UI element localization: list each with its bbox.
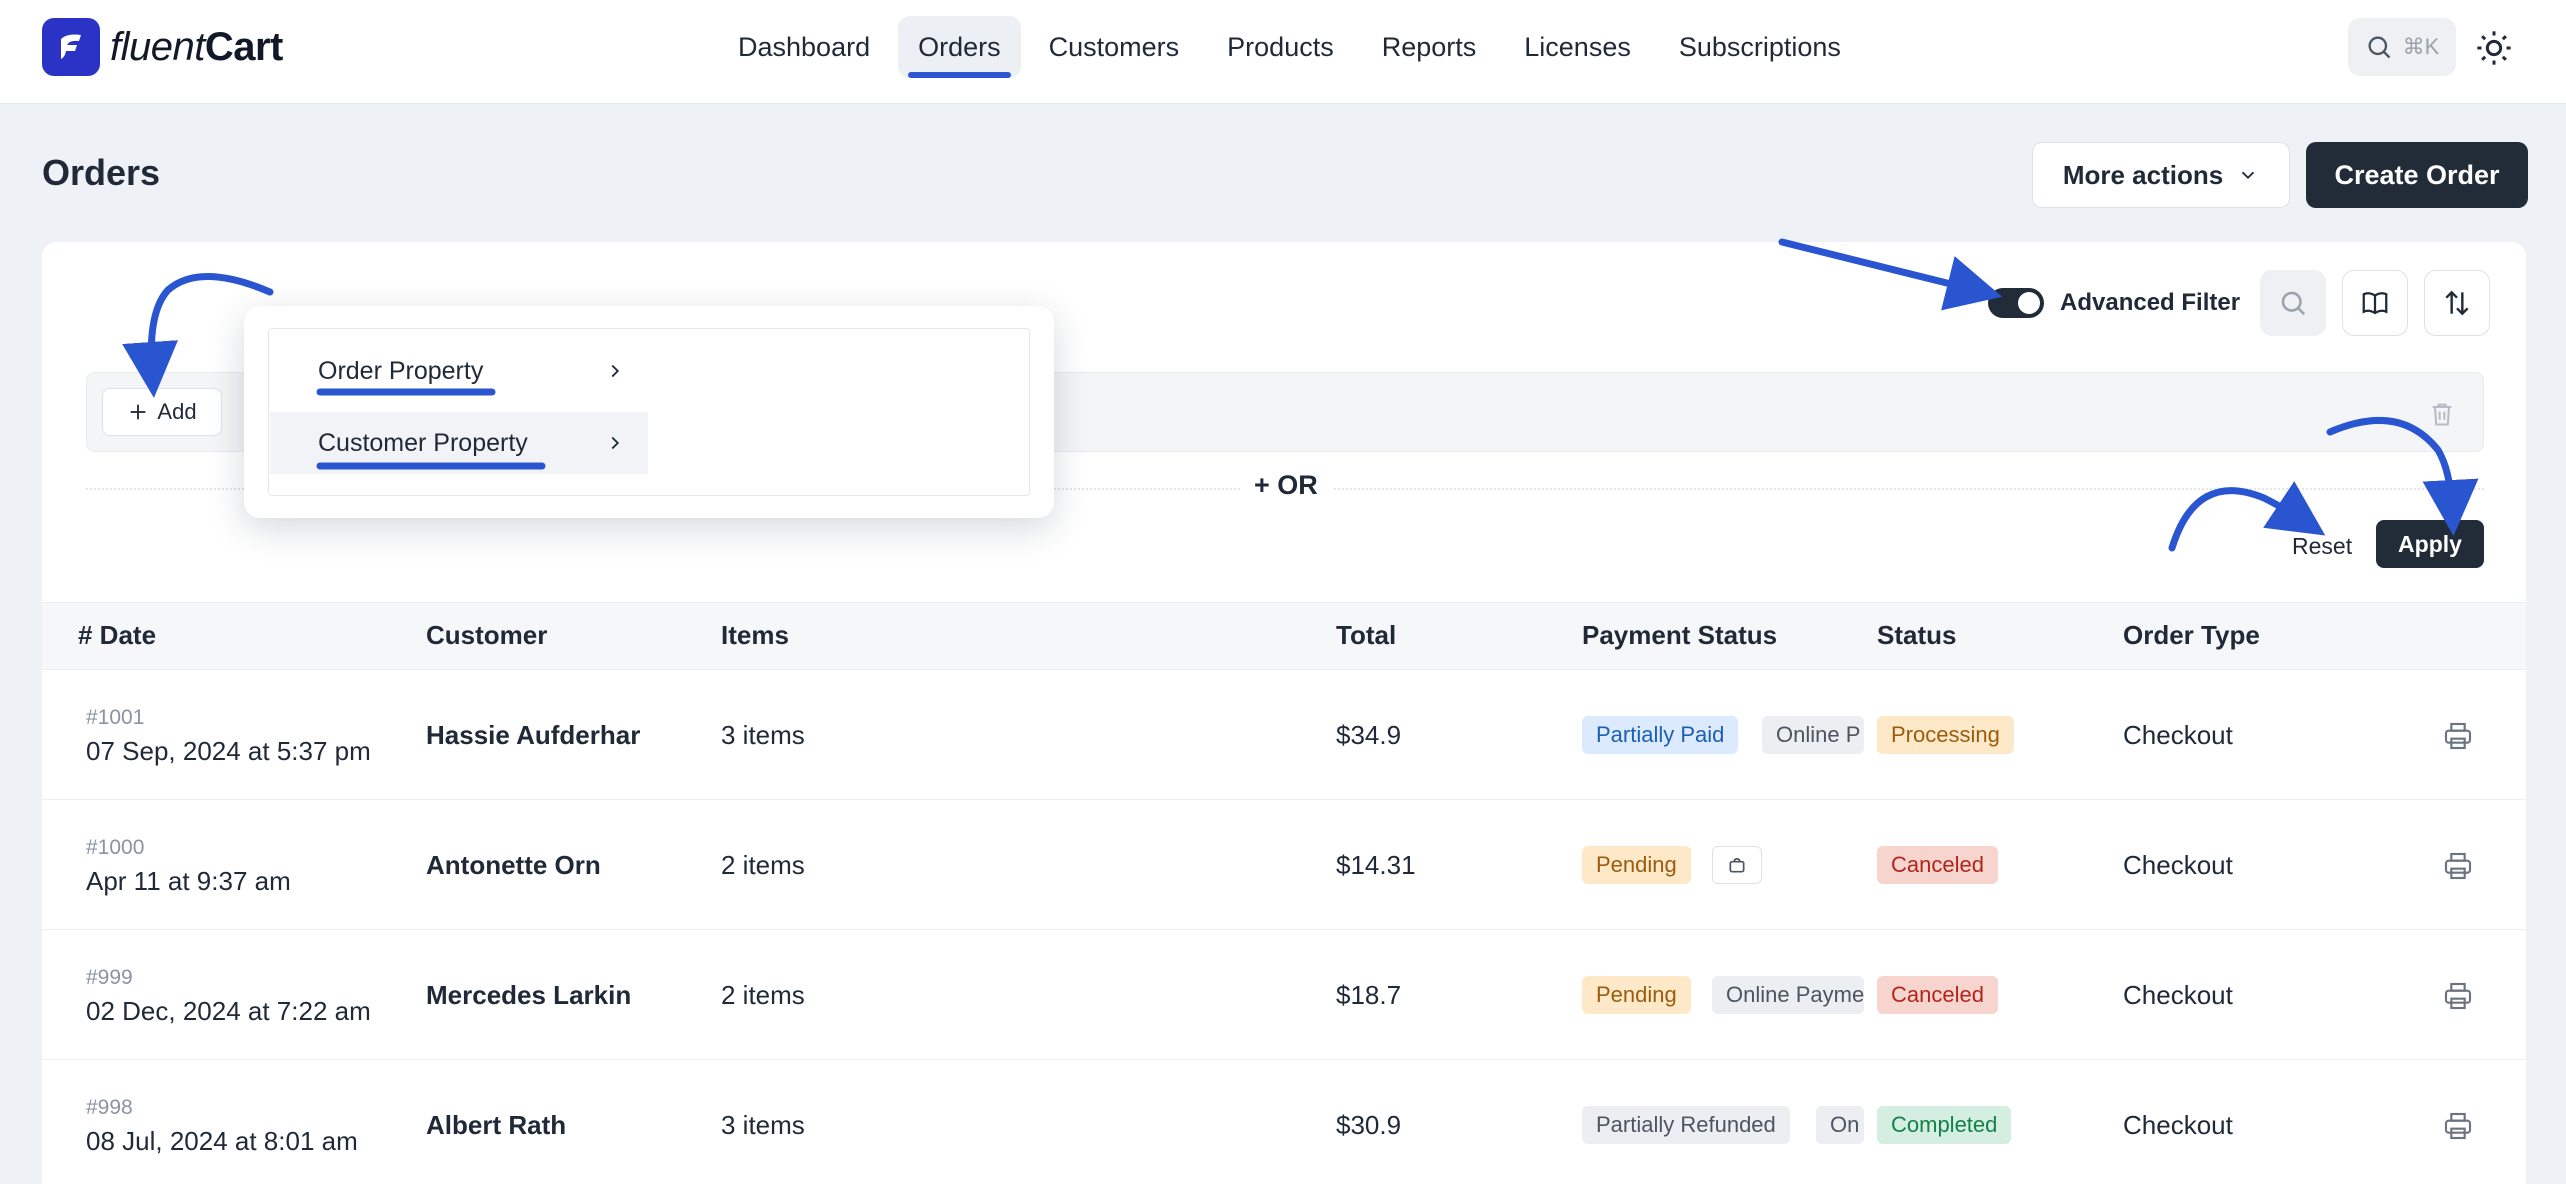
add-or-group-button[interactable]: + OR [1240,470,1332,501]
reset-filter-button[interactable]: Reset [2292,526,2352,566]
sort-icon [2445,290,2469,316]
nav-customers[interactable]: Customers [1029,16,1200,78]
order-total: $14.31 [1336,850,1416,880]
column-header-status[interactable]: Status [1877,620,1956,651]
payment-method-badge [1712,846,1762,884]
customer-name[interactable]: Mercedes Larkin [426,980,631,1011]
order-status-badge: Canceled [1877,976,1998,1014]
global-search-button[interactable]: ⌘K [2348,18,2456,76]
nav-subscriptions[interactable]: Subscriptions [1659,16,1861,78]
payment-status-badge: Pending [1582,846,1691,884]
items-count: 2 items [721,850,805,880]
main-nav: Dashboard Orders Customers Products Repo… [718,16,1861,78]
search-orders-button[interactable] [2260,270,2326,336]
bag-icon [1729,857,1745,873]
column-header-date[interactable]: # Date [78,620,156,651]
sun-icon [2477,31,2511,65]
order-date: 08 Jul, 2024 at 8:01 am [86,1126,358,1156]
printer-icon[interactable] [2442,980,2474,1012]
advanced-filter-toggle[interactable] [1988,288,2044,318]
order-type: Checkout [2123,720,2233,750]
order-status-badge: Processing [1877,716,2014,754]
book-icon [2362,292,2388,315]
sort-button[interactable] [2424,270,2490,336]
menu-item-label: Customer Property [318,428,528,457]
apply-filter-button[interactable]: Apply [2376,520,2484,568]
order-date: 07 Sep, 2024 at 5:37 pm [86,736,371,766]
chevron-right-icon [611,364,620,378]
column-header-items[interactable]: Items [721,620,789,651]
order-number[interactable]: #1001 [86,706,144,730]
brand-name: fluentCart [110,24,283,69]
order-number[interactable]: #1000 [86,836,144,860]
logo-mark-icon [42,18,100,76]
order-type: Checkout [2123,850,2233,880]
payment-status-badge: Partially Refunded [1582,1106,1790,1144]
trash-icon [2432,403,2452,426]
more-actions-button[interactable]: More actions [2032,142,2290,208]
theme-toggle-button[interactable] [2474,28,2514,68]
menu-item-label: Order Property [318,356,484,385]
payment-status-badge: Partially Paid [1582,716,1739,754]
search-icon [2281,291,2306,316]
payment-method-badge: On [1816,1106,1864,1144]
items-count: 3 items [721,1110,805,1140]
search-shortcut: ⌘K [2402,34,2440,59]
order-status-badge: Canceled [1877,846,1998,884]
chevron-right-icon [611,436,620,450]
order-number[interactable]: #998 [86,1096,133,1120]
column-header-total[interactable]: Total [1336,620,1396,651]
printer-icon[interactable] [2442,1110,2474,1142]
order-number[interactable]: #999 [86,966,133,990]
payment-method-badge: Online Payme [1712,976,1864,1014]
nav-reports[interactable]: Reports [1362,16,1497,78]
column-header-payment-status[interactable]: Payment Status [1582,620,1777,651]
add-filter-label: Add [157,399,197,424]
column-header-order-type[interactable]: Order Type [2123,620,2260,651]
payment-status-badge: Pending [1582,976,1691,1014]
columns-view-button[interactable] [2342,270,2408,336]
search-icon [2368,36,2390,59]
items-count: 3 items [721,720,805,750]
column-header-customer[interactable]: Customer [426,620,547,651]
printer-icon[interactable] [2442,720,2474,752]
add-filter-button[interactable]: Add [102,388,222,436]
create-order-button[interactable]: Create Order [2306,142,2528,208]
order-total: $34.9 [1336,720,1402,750]
printer-icon[interactable] [2442,850,2474,882]
customer-name[interactable]: Hassie Aufderhar [426,720,640,751]
toggle-knob [2018,292,2040,314]
nav-products[interactable]: Products [1207,16,1354,78]
order-date: 02 Dec, 2024 at 7:22 am [86,996,371,1026]
delete-filter-button[interactable] [2420,392,2464,436]
nav-dashboard[interactable]: Dashboard [718,16,890,78]
menu-item-order-property[interactable]: Order Property [270,340,648,402]
customer-name[interactable]: Albert Rath [426,1110,566,1141]
order-status-badge: Completed [1877,1106,2012,1144]
advanced-filter-label: Advanced Filter [2060,289,2241,316]
order-type: Checkout [2123,980,2233,1010]
plus-icon [131,404,146,420]
more-actions-label: More actions [2062,159,2224,190]
chevron-down-icon [2242,171,2255,180]
brand-logo[interactable]: fluentCart [42,18,283,76]
items-count: 2 items [721,980,805,1010]
nav-licenses[interactable]: Licenses [1504,16,1651,78]
menu-item-customer-property[interactable]: Customer Property [270,412,648,474]
order-total: $18.7 [1336,980,1402,1010]
order-date: Apr 11 at 9:37 am [86,866,291,896]
payment-method-badge: Online P [1762,716,1864,754]
order-total: $30.9 [1336,1110,1402,1140]
page-title: Orders [42,152,161,193]
order-type: Checkout [2123,1110,2233,1140]
nav-orders[interactable]: Orders [898,16,1021,78]
customer-name[interactable]: Antonette Orn [426,850,601,881]
top-navigation-bar: fluentCart Dashboard Orders Customers Pr… [0,0,2566,104]
